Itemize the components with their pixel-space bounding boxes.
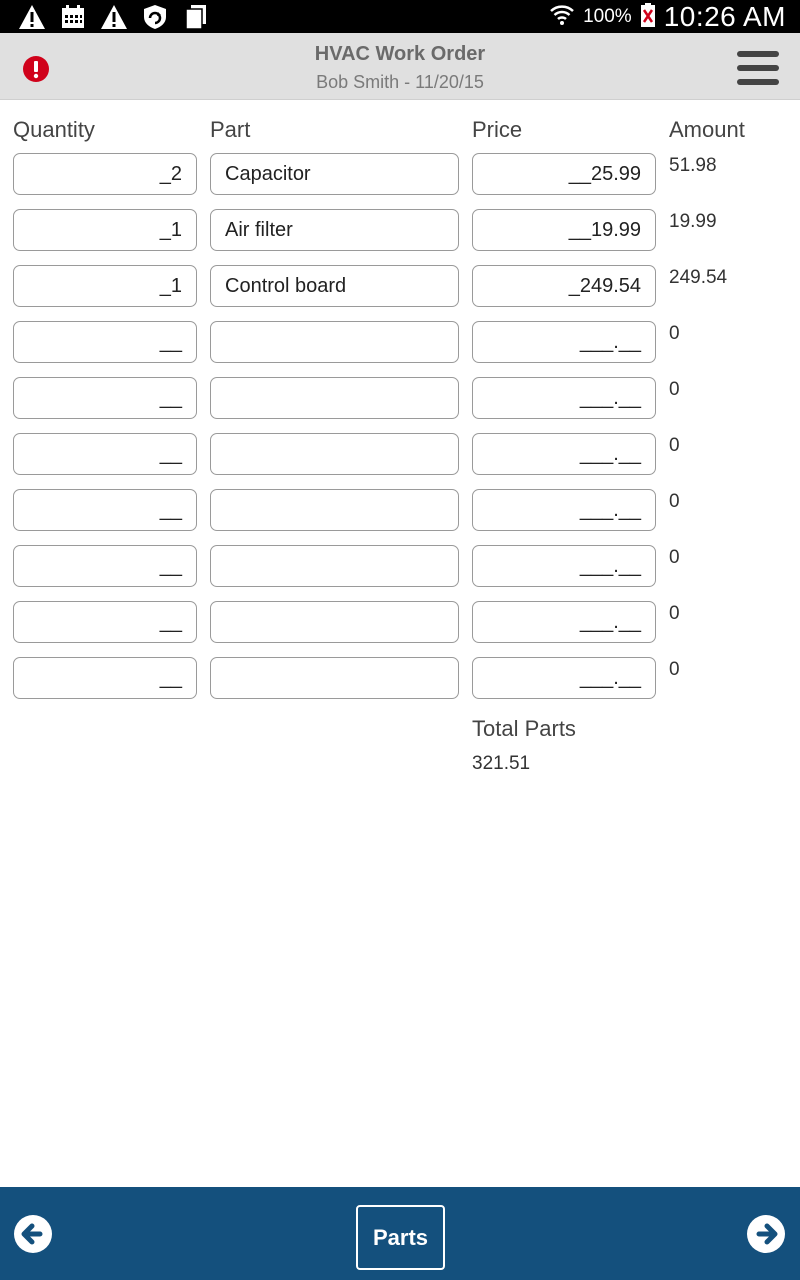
price-input[interactable]: ___.__ xyxy=(472,545,656,587)
warning-icon xyxy=(18,4,46,30)
hamburger-menu-icon[interactable] xyxy=(737,51,779,85)
part-input[interactable] xyxy=(210,433,459,475)
warning-icon xyxy=(100,4,128,30)
total-parts-label: Total Parts xyxy=(472,716,576,741)
price-input[interactable]: ___.__ xyxy=(472,657,656,699)
part-input[interactable]: Control board xyxy=(210,265,459,307)
quantity-input[interactable]: __ xyxy=(13,601,197,643)
page-title: HVAC Work Order xyxy=(314,43,486,65)
arrow-right-circle-icon[interactable] xyxy=(746,1214,786,1254)
amount-value: 0 xyxy=(669,659,680,680)
amount-value: 0 xyxy=(669,603,680,624)
files-icon xyxy=(182,4,210,30)
page-subtitle: Bob Smith - 11/20/15 xyxy=(316,72,484,92)
price-input[interactable]: __25.99 xyxy=(472,153,656,195)
total-parts-value: 321.51 xyxy=(472,753,531,774)
notification-icons xyxy=(18,3,210,31)
amount-value: 51.98 xyxy=(669,155,717,176)
quantity-input[interactable]: __ xyxy=(13,489,197,531)
amount-value: 0 xyxy=(669,435,680,456)
shield-icon xyxy=(141,4,169,30)
price-input[interactable]: _249.54 xyxy=(472,265,656,307)
amount-value: 0 xyxy=(669,379,680,400)
arrow-left-circle-icon[interactable] xyxy=(13,1214,53,1254)
part-input[interactable] xyxy=(210,377,459,419)
quantity-input[interactable]: _1 xyxy=(13,265,197,307)
parts-button[interactable]: Parts xyxy=(356,1205,445,1270)
price-input[interactable]: __19.99 xyxy=(472,209,656,251)
quantity-input[interactable]: __ xyxy=(13,657,197,699)
bottom-nav-bar: Parts xyxy=(0,1187,800,1280)
wifi-icon xyxy=(549,2,575,32)
app-header: HVAC Work Order Bob Smith - 11/20/15 xyxy=(0,33,800,100)
part-input[interactable] xyxy=(210,321,459,363)
quantity-input[interactable]: __ xyxy=(13,545,197,587)
battery-percent: 100% xyxy=(583,5,632,27)
quantity-input[interactable]: _2 xyxy=(13,153,197,195)
price-input[interactable]: ___.__ xyxy=(472,433,656,475)
column-header-part: Part xyxy=(210,117,251,142)
status-bar: 100% 10:26 AM xyxy=(0,0,800,33)
part-input[interactable]: Capacitor xyxy=(210,153,459,195)
part-input[interactable]: Air filter xyxy=(210,209,459,251)
quantity-input[interactable]: __ xyxy=(13,377,197,419)
calendar-icon xyxy=(59,4,87,30)
quantity-input[interactable]: _1 xyxy=(13,209,197,251)
quantity-input[interactable]: __ xyxy=(13,433,197,475)
battery-icon xyxy=(640,2,656,32)
part-input[interactable] xyxy=(210,489,459,531)
amount-value: 249.54 xyxy=(669,267,728,288)
system-status: 100% 10:26 AM xyxy=(549,0,786,33)
part-input[interactable] xyxy=(210,657,459,699)
clock: 10:26 AM xyxy=(663,0,786,32)
price-input[interactable]: ___.__ xyxy=(472,377,656,419)
column-header-price: Price xyxy=(472,117,523,142)
part-input[interactable] xyxy=(210,601,459,643)
amount-value: 0 xyxy=(669,547,680,568)
price-input[interactable]: ___.__ xyxy=(472,321,656,363)
column-header-amount: Amount xyxy=(669,117,745,142)
column-header-quantity: Quantity xyxy=(13,117,95,142)
price-input[interactable]: ___.__ xyxy=(472,489,656,531)
part-input[interactable] xyxy=(210,545,459,587)
quantity-input[interactable]: __ xyxy=(13,321,197,363)
amount-value: 0 xyxy=(669,491,680,512)
price-input[interactable]: ___.__ xyxy=(472,601,656,643)
amount-value: 0 xyxy=(669,323,680,344)
amount-value: 19.99 xyxy=(669,211,717,232)
